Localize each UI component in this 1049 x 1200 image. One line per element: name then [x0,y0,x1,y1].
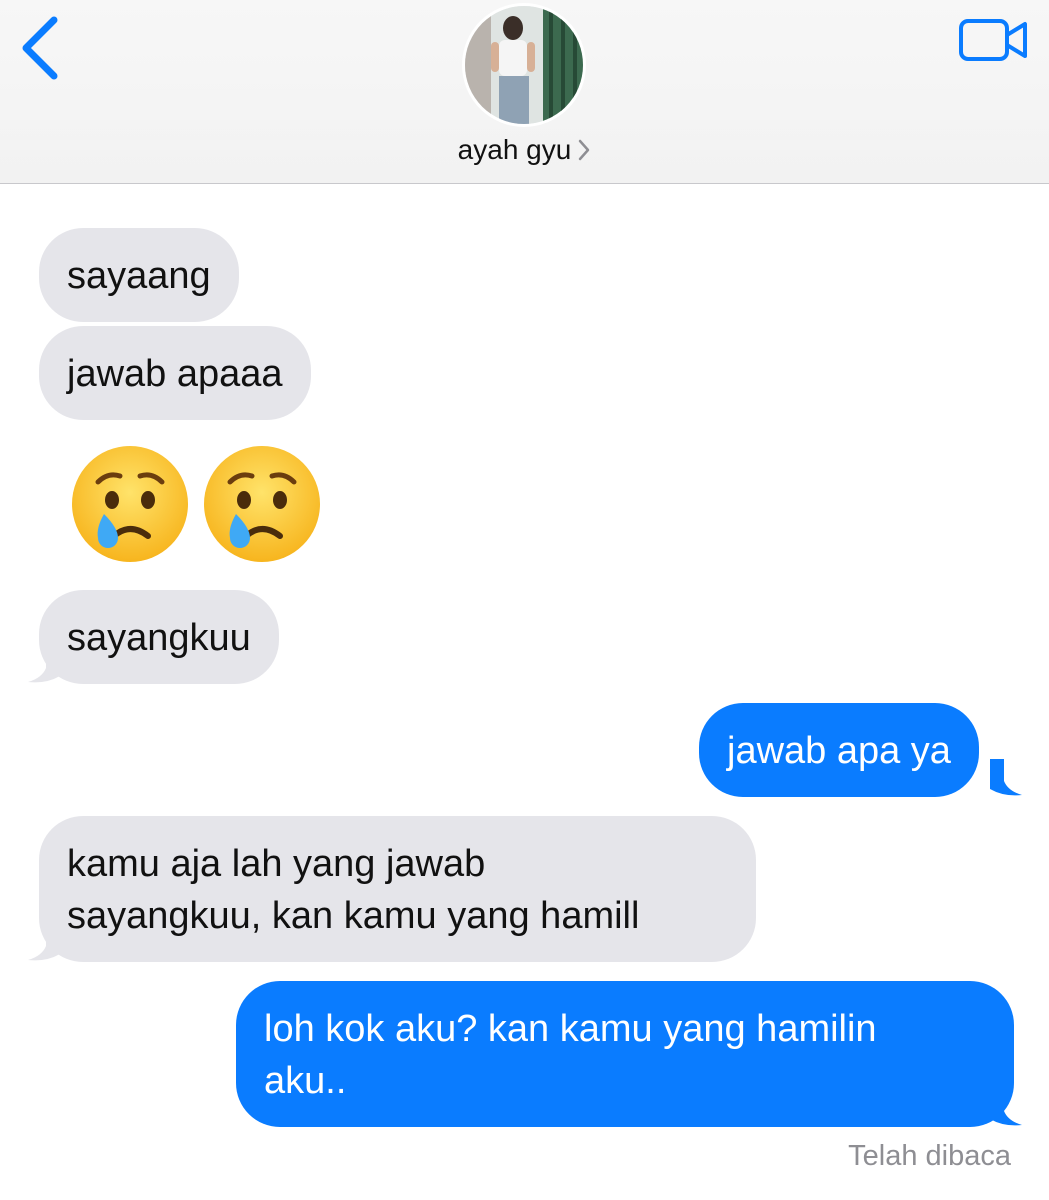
bubble-tail [990,759,1022,796]
back-button[interactable] [18,14,68,84]
message-bubble-outgoing[interactable]: loh kok aku? kan kamu yang hamilin aku.. [236,981,1014,1127]
message-line: loh kok aku? kan kamu yang hamilin [264,1008,877,1050]
chevron-right-icon [577,137,591,169]
message-bubble-incoming[interactable]: sayangkuu [39,590,279,684]
crying-face-emoji [204,446,320,562]
message-line: kamu aja lah yang jawab [67,843,486,885]
contact-name: ayah gyu [457,134,572,165]
message-text: sayangkuu [67,617,251,659]
conversation-header: ayah gyu [0,0,1049,184]
video-camera-icon [959,19,1027,61]
message-line: sayangkuu, kan kamu yang hamill [67,895,640,937]
chevron-left-icon [22,16,58,80]
message-bubble-outgoing[interactable]: jawab apa ya [699,703,979,797]
bubble-tail [28,646,60,683]
message-text: jawab apa ya [727,730,951,772]
message-line: aku.. [264,1060,347,1102]
video-call-button[interactable] [958,16,1030,64]
message-bubble-incoming[interactable]: kamu aja lah yang jawab sayangkuu, kan k… [39,816,756,962]
read-receipt: Telah dibaca [848,1140,1011,1172]
crying-face-emoji [72,446,188,562]
message-bubble-incoming[interactable]: jawab apaaa [39,326,311,420]
message-text: sayaang [67,255,211,297]
message-text: jawab apaaa [67,353,283,395]
contact-avatar[interactable] [465,6,583,124]
bubble-tail [28,924,60,961]
contact-name-button[interactable]: ayah gyu [0,134,1049,169]
message-bubble-incoming[interactable]: sayaang [39,228,239,322]
bubble-tail [990,1089,1022,1126]
